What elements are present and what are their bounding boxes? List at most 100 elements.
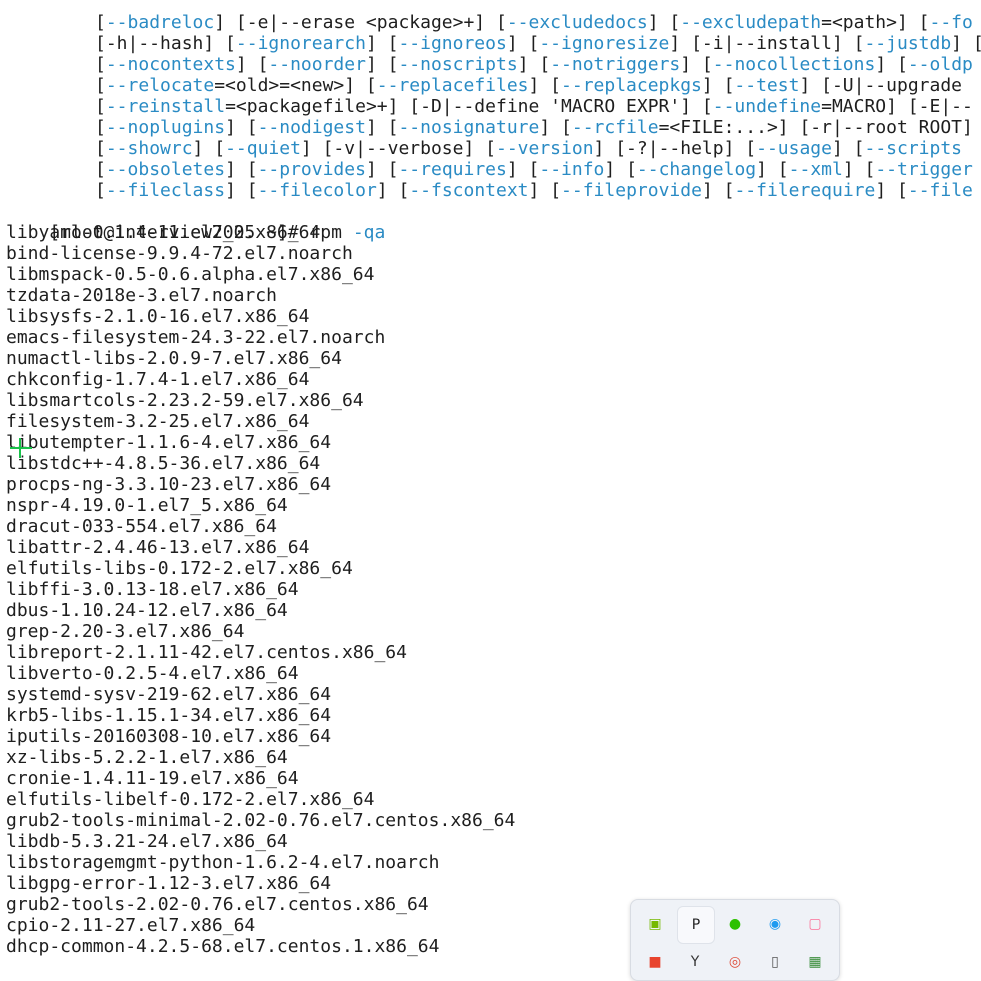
option-name: --replacefiles	[376, 75, 529, 96]
package-list-item: libstdc++-4.8.5-36.el7.x86_64	[6, 453, 321, 474]
usage-line: [-h|--hash] [--ignorearch] [--ignoreos] …	[95, 33, 981, 54]
package-list-item: chkconfig-1.7.4-1.el7.x86_64	[6, 369, 310, 390]
system-tray-overflow-panel: ▣ P ● ◉ ▢ ■ Y ◎ ▯ ▦	[630, 899, 840, 981]
usage-text: ] [	[506, 159, 540, 180]
option-name: --nocontexts	[105, 54, 236, 75]
command-prompt-line[interactable]: [root@interview2025 ~]# rpm -qa	[6, 201, 385, 243]
option-name: --ignorearch	[235, 33, 366, 54]
package-list-item: grub2-tools-2.02-0.76.el7.centos.x86_64	[6, 894, 429, 915]
bilibili-icon[interactable]: ▢	[797, 906, 833, 942]
usage-text: ] [	[831, 138, 865, 159]
usb-icon[interactable]: ▯	[757, 944, 793, 980]
chrome-icon[interactable]: ◎	[717, 944, 753, 980]
option-name: --noplugins	[105, 117, 226, 138]
package-list-item: grep-2.20-3.el7.x86_64	[6, 621, 245, 642]
app-grid-icon[interactable]: ▦	[797, 944, 833, 980]
usage-line: [--showrc] [--quiet] [-v|--verbose] [--v…	[95, 138, 962, 159]
option-name: --usage	[756, 138, 832, 159]
option-name: --scripts	[864, 138, 963, 159]
usage-text: [	[95, 159, 106, 180]
usage-text: ] [	[506, 33, 540, 54]
usage-text: =<packagefile>+] [-D|--define 'MACRO EXP…	[225, 96, 713, 117]
package-list-item: elfutils-libelf-0.172-2.el7.x86_64	[6, 789, 375, 810]
usage-text: =MACRO] [-E|--	[821, 96, 973, 117]
package-list-item: libverto-0.2.5-4.el7.x86_64	[6, 663, 299, 684]
package-list-item: libgpg-error-1.12-3.el7.x86_64	[6, 873, 332, 894]
usage-text: ] [	[225, 159, 258, 180]
usage-line: [--fileclass] [--filecolor] [--fscontext…	[95, 180, 973, 201]
usage-line: [--noplugins] [--nodigest] [--nosignatur…	[95, 117, 973, 138]
package-list-item: krb5-libs-1.15.1-34.el7.x86_64	[6, 705, 332, 726]
usage-text: ] [	[875, 54, 908, 75]
package-list-item: nspr-4.19.0-1.el7_5.x86_64	[6, 495, 288, 516]
package-list-item: iputils-20160308-10.el7.x86_64	[6, 726, 332, 747]
option-name: --fo	[929, 12, 973, 33]
pycharm-icon[interactable]: P	[677, 906, 715, 944]
usage-text: [	[95, 75, 106, 96]
option-name: --changelog	[636, 159, 757, 180]
app-red-icon[interactable]: ■	[637, 944, 673, 980]
package-list-item: bind-license-9.9.4-72.el7.noarch	[6, 243, 353, 264]
option-name: --requires	[398, 159, 507, 180]
package-list-item: dbus-1.10.24-12.el7.x86_64	[6, 600, 288, 621]
usage-text: [	[95, 54, 106, 75]
option-name: --replacepkgs	[561, 75, 702, 96]
usage-text: ] [	[951, 33, 981, 54]
usage-text: ] [	[365, 117, 399, 138]
usage-text: ] [	[235, 54, 269, 75]
usage-text: ] [-i|--install] [	[669, 33, 865, 54]
usage-text: ] [	[539, 117, 572, 138]
qq-icon[interactable]: ◉	[757, 906, 793, 942]
usage-text: ] [	[225, 117, 258, 138]
usage-text: [	[95, 12, 106, 33]
usage-text: [	[95, 180, 106, 201]
package-list-item: systemd-sysv-219-62.el7.x86_64	[6, 684, 332, 705]
usage-text: ] [-v|--verbose] [	[300, 138, 496, 159]
usage-text: =<FILE:...>] [-r|--root ROOT]	[658, 117, 973, 138]
option-name: --notriggers	[550, 54, 681, 75]
option-name: --version	[496, 138, 594, 159]
terminal-window[interactable]: [--badreloc] [-e|--erase <package>+] [--…	[0, 0, 981, 967]
usage-text: ] [	[875, 180, 908, 201]
usage-text: ] [	[365, 159, 399, 180]
option-name: --trigger	[875, 159, 973, 180]
package-list-item: libsmartcols-2.23.2-59.el7.x86_64	[6, 390, 364, 411]
usage-text: ] [-e|--erase <package>+] [	[214, 12, 507, 33]
package-list-item: libattr-2.4.46-13.el7.x86_64	[6, 537, 310, 558]
usage-text: ] [	[701, 180, 735, 201]
wechat-icon[interactable]: ●	[717, 906, 753, 942]
package-list-item: dracut-033-554.el7.x86_64	[6, 516, 277, 537]
nvidia-icon[interactable]: ▣	[637, 906, 673, 942]
option-name: --file	[907, 180, 973, 201]
usage-line: [--relocate=<old>=<new>] [--replacefiles…	[95, 75, 962, 96]
mouse-crosshair-icon	[10, 438, 32, 458]
option-name: --ignoresize	[539, 33, 670, 54]
option-name: --justdb	[864, 33, 952, 54]
usage-text: ] [	[756, 159, 789, 180]
usage-text: =<path>] [	[821, 12, 930, 33]
option-name: --obsoletes	[105, 159, 226, 180]
option-name: --ignoreos	[398, 33, 507, 54]
usage-text: [	[95, 138, 106, 159]
package-list-item: procps-ng-3.3.10-23.el7.x86_64	[6, 474, 332, 495]
package-list-item: dhcp-common-4.2.5-68.el7.centos.1.x86_64	[6, 936, 440, 957]
option-name: --noscripts	[398, 54, 518, 75]
usage-text: ] [	[528, 75, 562, 96]
package-list-item: numactl-libs-2.0.9-7.el7.x86_64	[6, 348, 342, 369]
option-name: --excludedocs	[506, 12, 648, 33]
option-name: --filecolor	[257, 180, 377, 201]
usage-text: ] [-U|--upgrade	[799, 75, 963, 96]
usage-text: [	[95, 96, 106, 117]
usage-text: [	[95, 117, 106, 138]
option-name: --nosignature	[398, 117, 540, 138]
usage-text: ] [	[225, 180, 258, 201]
package-list-item: libdb-5.3.21-24.el7.x86_64	[6, 831, 288, 852]
option-name: --reinstall	[105, 96, 226, 117]
option-name: --filerequire	[734, 180, 876, 201]
option-name: --fscontext	[409, 180, 529, 201]
app-dark-icon[interactable]: Y	[677, 944, 713, 980]
option-name: --undefine	[712, 96, 822, 117]
option-name: --nocollections	[712, 54, 876, 75]
option-name: --test	[734, 75, 800, 96]
usage-text: ] [-?|--help] [	[593, 138, 757, 159]
